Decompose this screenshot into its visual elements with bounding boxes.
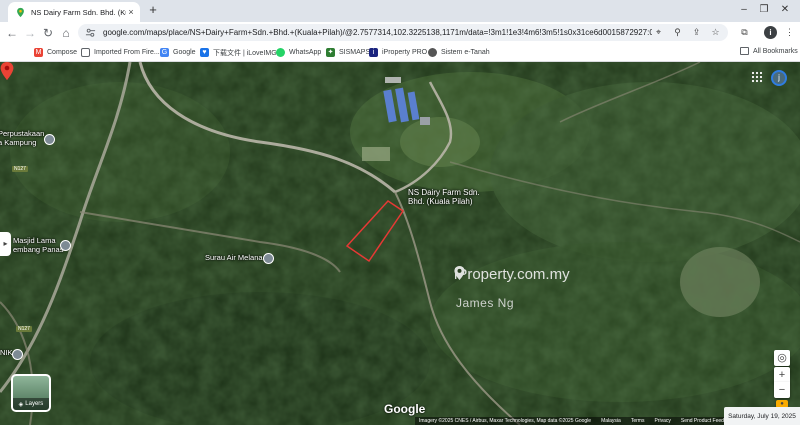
privacy-link[interactable]: Privacy (654, 418, 670, 424)
watermark-site: iProperty.com.my (454, 266, 570, 283)
sismaps-icon: ✦ (326, 48, 335, 57)
bookmark-label: Imported From Fire... (94, 49, 160, 56)
tab-strip: NS Dairy Farm Sdn. Bhd. (Kuala × + – ❐ ✕ (0, 0, 800, 22)
place-name: NS Dairy Farm Sdn. Bhd. (Kuala Pilah) (408, 188, 480, 207)
etanah-icon (428, 48, 437, 57)
folder-icon (740, 47, 749, 55)
bookmark-label: Sistem e-Tanah (441, 49, 490, 56)
google-maps-icon (17, 7, 24, 17)
google-apps-icon[interactable] (751, 71, 763, 83)
folder-icon (81, 48, 90, 57)
poi-icon[interactable] (12, 349, 23, 360)
bookmark-imported[interactable]: Imported From Fire... (81, 47, 160, 58)
layers-button[interactable]: ◈ Layers (11, 374, 51, 412)
restore-button[interactable]: ❐ (756, 3, 772, 17)
google-logo: Google (384, 402, 426, 416)
bookmark-etanah[interactable]: Sistem e-Tanah (428, 47, 490, 58)
layers-label: Layers (25, 401, 44, 407)
new-tab-button[interactable]: + (146, 3, 160, 17)
zoom-icon[interactable]: ⚲ (671, 26, 684, 39)
poi-surau-label[interactable]: Surau Air Melana (205, 253, 263, 263)
location-icon[interactable]: ⌖ (652, 26, 665, 39)
site-info-icon[interactable] (85, 27, 96, 38)
poi-nik-label[interactable]: NIK (0, 348, 13, 358)
share-icon[interactable]: ⇪ (690, 26, 703, 39)
iproperty-icon: i (369, 48, 378, 57)
road-shield-n127: N127 (12, 166, 28, 172)
mosque-icon[interactable] (60, 240, 71, 251)
bookmark-iloveimg[interactable]: ♥ 下载文件 | iLoveIMG (200, 47, 277, 58)
gmail-icon: M (34, 48, 43, 57)
place-name-label[interactable]: NS Dairy Farm Sdn. Bhd. (Kuala Pilah) (408, 188, 488, 206)
window-close-button[interactable]: ✕ (777, 3, 793, 17)
bookmark-whatsapp[interactable]: WhatsApp (276, 47, 321, 58)
watermark-name: James Ng (456, 296, 515, 310)
browser-toolbar: ← → ↻ ⌂ google.com/maps/place/NS+Dairy+F… (0, 22, 800, 43)
place-pin-icon[interactable] (0, 62, 14, 80)
bookmarks-bar: M Compose Imported From Fire... G Google… (0, 43, 800, 62)
bookmark-label: 下载文件 | iLoveIMG (213, 49, 277, 57)
watermark-site-text: iProperty.com.my (454, 266, 570, 283)
tab-maps[interactable]: NS Dairy Farm Sdn. Bhd. (Kuala × (8, 2, 140, 22)
bookmark-compose[interactable]: M Compose (34, 47, 77, 58)
tab-title: NS Dairy Farm Sdn. Bhd. (Kuala (31, 7, 126, 17)
road-shield-n127: N127 (16, 326, 32, 332)
bookmark-label: Google (173, 49, 196, 56)
expand-side-panel-button[interactable]: ▸ (0, 232, 11, 256)
all-bookmarks[interactable]: All Bookmarks (740, 47, 798, 55)
bookmark-google[interactable]: G Google (160, 47, 196, 58)
zoom-in-button[interactable]: + (774, 367, 790, 383)
bookmark-label: SISMAPS (339, 49, 371, 56)
ilove-icon: ♥ (200, 48, 209, 57)
bookmark-iproperty[interactable]: i iProperty PRO (369, 47, 427, 58)
bookmark-label: Compose (47, 49, 77, 56)
bookmark-star-icon[interactable]: ☆ (709, 26, 722, 39)
forward-button[interactable]: → (22, 25, 38, 41)
terms-link[interactable]: Terms (631, 418, 645, 424)
zoom-out-button[interactable]: − (774, 382, 790, 398)
whatsapp-icon (276, 48, 285, 57)
poi-masjid-label[interactable]: Masjid Lama embang Panas (13, 236, 63, 254)
address-bar[interactable]: google.com/maps/place/NS+Dairy+Farm+Sdn.… (78, 24, 728, 41)
minimize-button[interactable]: – (736, 3, 752, 17)
satellite-map[interactable]: j ▸ NS Dairy Farm Sdn. Bhd. (Kuala Pilah… (0, 62, 800, 425)
google-icon: G (160, 48, 169, 57)
taskbar-date: Saturday, July 19, 2025 (724, 407, 800, 425)
profile-avatar[interactable]: i (764, 26, 777, 39)
home-button[interactable]: ⌂ (58, 25, 74, 41)
tab-close-icon[interactable]: × (126, 7, 136, 17)
menu-icon[interactable]: ⋮ (783, 26, 796, 39)
layers-icon: ◈ (18, 401, 24, 408)
imagery-credit: Imagery ©2025 CNES / Airbus, Maxar Techn… (419, 418, 592, 424)
watermark-pin-icon (454, 266, 465, 280)
my-location-button[interactable]: ◎ (774, 350, 790, 366)
url-text: google.com/maps/place/NS+Dairy+Farm+Sdn.… (103, 28, 652, 37)
country-link[interactable]: Malaysia (601, 418, 621, 424)
map-attribution: Imagery ©2025 CNES / Airbus, Maxar Techn… (415, 417, 739, 425)
bookmark-sismaps[interactable]: ✦ SISMAPS (326, 47, 370, 58)
poi-perpustakaan-label[interactable]: Perpustakaan a Kampung (0, 129, 44, 147)
back-button[interactable]: ← (4, 25, 20, 41)
all-bookmarks-label: All Bookmarks (753, 47, 798, 55)
bookmark-label: iProperty PRO (382, 49, 428, 56)
extensions-icon[interactable]: ⧉ (738, 26, 751, 39)
layers-label-bar: ◈ Layers (13, 398, 49, 410)
library-icon[interactable] (44, 134, 55, 145)
bookmark-label: WhatsApp (289, 49, 322, 56)
mosque-icon[interactable] (263, 253, 274, 264)
reload-button[interactable]: ↻ (40, 25, 56, 41)
account-avatar[interactable]: j (771, 70, 787, 86)
satellite-imagery (0, 62, 800, 425)
